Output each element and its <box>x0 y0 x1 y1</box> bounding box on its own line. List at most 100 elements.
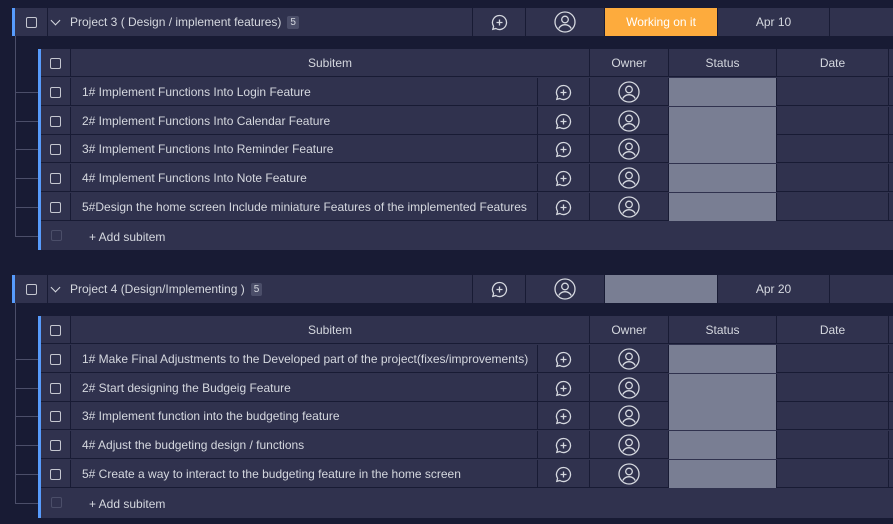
subitem-checkbox-cell[interactable] <box>41 135 71 163</box>
subitem-checkbox[interactable] <box>50 439 61 451</box>
date-cell[interactable]: Apr 10 <box>718 8 830 36</box>
subitem-checkbox[interactable] <box>50 201 61 213</box>
subitem-name[interactable]: 4# Implement Functions Into Note Feature <box>71 164 538 192</box>
subitem-checkbox-cell[interactable] <box>41 460 71 488</box>
column-header-date[interactable]: Date <box>777 316 889 344</box>
item-name[interactable]: Project 4 (Design/Implementing ) <box>70 282 245 296</box>
subitem-name[interactable]: 2# Start designing the Budgeig Feature <box>71 374 538 402</box>
date-cell[interactable] <box>777 431 889 459</box>
subitem-checkbox-cell[interactable] <box>41 193 71 221</box>
subitem-checkbox[interactable] <box>50 468 61 480</box>
subitem-row[interactable]: 2# Implement Functions Into Calendar Fea… <box>41 107 893 135</box>
subitem-row[interactable]: 5# Create a way to interact to the budge… <box>41 460 893 488</box>
date-cell[interactable] <box>777 135 889 163</box>
add-subitem-row[interactable]: + Add subitem <box>41 489 893 517</box>
subitem-checkbox-cell[interactable] <box>41 78 71 106</box>
subitem-row[interactable]: 1# Implement Functions Into Login Featur… <box>41 78 893 106</box>
subitem-name[interactable]: 1# Make Final Adjustments to the Develop… <box>71 345 538 373</box>
status-cell[interactable] <box>669 374 777 402</box>
item-row-project-3[interactable]: Project 3 ( Design / implement features)… <box>12 8 893 36</box>
add-update-icon[interactable] <box>538 78 590 106</box>
subitem-row[interactable]: 3# Implement Functions Into Reminder Fea… <box>41 135 893 163</box>
add-subitem-button[interactable]: + Add subitem <box>89 230 165 244</box>
status-cell[interactable] <box>669 193 777 221</box>
subitem-checkbox[interactable] <box>50 382 61 394</box>
subitem-checkbox-cell[interactable] <box>41 431 71 459</box>
select-all-checkbox[interactable] <box>50 57 61 69</box>
subitem-row[interactable]: 4# Implement Functions Into Note Feature <box>41 164 893 192</box>
item-checkbox-cell[interactable] <box>15 8 48 36</box>
item-row-project-4[interactable]: Project 4 (Design/Implementing ) 5 Apr 2… <box>12 275 893 303</box>
select-all-checkbox[interactable] <box>50 324 61 336</box>
item-name-cell[interactable]: Project 3 ( Design / implement features)… <box>48 8 473 36</box>
status-cell[interactable] <box>669 135 777 163</box>
date-cell[interactable] <box>777 164 889 192</box>
header-checkbox-cell[interactable] <box>41 49 71 77</box>
subitem-name[interactable]: 1# Implement Functions Into Login Featur… <box>71 78 538 106</box>
owner-avatar-icon[interactable] <box>590 374 669 402</box>
chevron-down-icon[interactable] <box>48 282 62 293</box>
owner-avatar-icon[interactable] <box>526 275 605 303</box>
column-header-status[interactable]: Status <box>669 316 777 344</box>
add-update-icon[interactable] <box>473 8 526 36</box>
column-header-subitem[interactable]: Subitem <box>71 316 590 344</box>
add-update-icon[interactable] <box>538 135 590 163</box>
status-cell[interactable] <box>669 345 777 373</box>
date-cell[interactable]: Apr 20 <box>718 275 830 303</box>
subitem-checkbox[interactable] <box>50 143 61 155</box>
add-update-icon[interactable] <box>538 193 590 221</box>
add-update-icon[interactable] <box>538 374 590 402</box>
add-update-icon[interactable] <box>538 402 590 430</box>
extra-cell[interactable] <box>830 275 893 303</box>
subitem-row[interactable]: 3# Implement function into the budgeting… <box>41 402 893 430</box>
date-cell[interactable] <box>777 107 889 135</box>
column-header-date[interactable]: Date <box>777 49 889 77</box>
add-update-icon[interactable] <box>538 460 590 488</box>
status-cell[interactable] <box>669 164 777 192</box>
item-checkbox[interactable] <box>25 283 37 295</box>
chevron-down-icon[interactable] <box>48 15 62 26</box>
subitem-checkbox-cell[interactable] <box>41 164 71 192</box>
subitem-checkbox[interactable] <box>50 410 61 422</box>
column-header-owner[interactable]: Owner <box>590 316 669 344</box>
subitem-row[interactable]: 2# Start designing the Budgeig Feature <box>41 374 893 402</box>
add-subitem-button[interactable]: + Add subitem <box>89 497 165 511</box>
owner-avatar-icon[interactable] <box>590 460 669 488</box>
add-update-icon[interactable] <box>538 345 590 373</box>
item-checkbox[interactable] <box>25 16 37 28</box>
subitem-name[interactable]: 4# Adjust the budgeting design / functio… <box>71 431 538 459</box>
add-update-icon[interactable] <box>538 431 590 459</box>
add-update-icon[interactable] <box>473 275 526 303</box>
item-name[interactable]: Project 3 ( Design / implement features) <box>70 15 281 29</box>
subitem-row[interactable]: 1# Make Final Adjustments to the Develop… <box>41 345 893 373</box>
date-cell[interactable] <box>777 374 889 402</box>
subitem-name[interactable]: 3# Implement function into the budgeting… <box>71 402 538 430</box>
status-cell[interactable] <box>669 78 777 106</box>
date-cell[interactable] <box>777 78 889 106</box>
column-header-status[interactable]: Status <box>669 49 777 77</box>
subitem-checkbox-cell[interactable] <box>41 402 71 430</box>
owner-avatar-icon[interactable] <box>590 402 669 430</box>
status-cell[interactable] <box>669 431 777 459</box>
owner-avatar-icon[interactable] <box>590 164 669 192</box>
extra-cell[interactable] <box>830 8 893 36</box>
status-cell[interactable] <box>669 460 777 488</box>
subitem-name[interactable]: 5#Design the home screen Include miniatu… <box>71 193 538 221</box>
item-checkbox-cell[interactable] <box>15 275 48 303</box>
item-name-cell[interactable]: Project 4 (Design/Implementing ) 5 <box>48 275 473 303</box>
column-header-subitem[interactable]: Subitem <box>71 49 590 77</box>
status-cell[interactable] <box>669 107 777 135</box>
date-cell[interactable] <box>777 402 889 430</box>
subitem-name[interactable]: 2# Implement Functions Into Calendar Fea… <box>71 107 538 135</box>
status-cell[interactable] <box>669 402 777 430</box>
owner-avatar-icon[interactable] <box>590 431 669 459</box>
owner-avatar-icon[interactable] <box>590 345 669 373</box>
subitem-checkbox-cell[interactable] <box>41 107 71 135</box>
subitem-row[interactable]: 5#Design the home screen Include miniatu… <box>41 193 893 221</box>
subitem-checkbox[interactable] <box>50 172 61 184</box>
add-subitem-row[interactable]: + Add subitem <box>41 222 893 250</box>
subitem-row[interactable]: 4# Adjust the budgeting design / functio… <box>41 431 893 459</box>
status-cell[interactable] <box>605 275 718 303</box>
subitem-checkbox-cell[interactable] <box>41 374 71 402</box>
subitem-checkbox-cell[interactable] <box>41 345 71 373</box>
